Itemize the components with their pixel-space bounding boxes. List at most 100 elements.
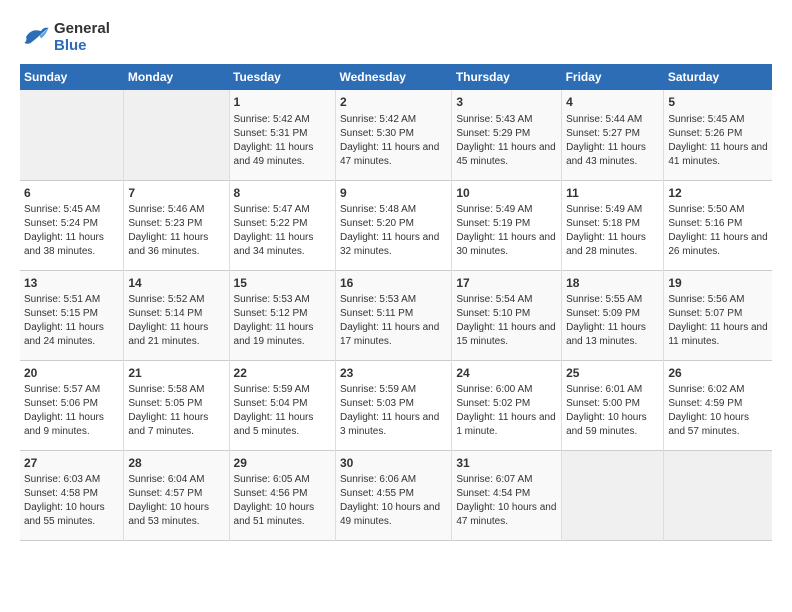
day-info: Sunrise: 6:06 AM Sunset: 4:55 PM Dayligh… — [340, 473, 447, 529]
day-info: Sunrise: 5:52 AM Sunset: 5:14 PM Dayligh… — [128, 293, 224, 349]
day-info: Sunrise: 5:49 AM Sunset: 5:19 PM Dayligh… — [456, 203, 557, 259]
day-number: 7 — [128, 185, 224, 202]
day-info: Sunrise: 5:59 AM Sunset: 5:04 PM Dayligh… — [234, 383, 331, 439]
calendar-cell — [562, 450, 664, 540]
day-info: Sunrise: 6:00 AM Sunset: 5:02 PM Dayligh… — [456, 383, 557, 439]
day-info: Sunrise: 5:44 AM Sunset: 5:27 PM Dayligh… — [566, 113, 659, 169]
calendar-cell: 21Sunrise: 5:58 AM Sunset: 5:05 PM Dayli… — [124, 360, 229, 450]
logo-text: General Blue — [54, 20, 110, 54]
day-info: Sunrise: 5:58 AM Sunset: 5:05 PM Dayligh… — [128, 383, 224, 439]
day-info: Sunrise: 5:45 AM Sunset: 5:24 PM Dayligh… — [24, 203, 119, 259]
calendar-cell: 17Sunrise: 5:54 AM Sunset: 5:10 PM Dayli… — [452, 270, 562, 360]
day-number: 29 — [234, 455, 331, 472]
day-number: 17 — [456, 275, 557, 292]
day-info: Sunrise: 5:45 AM Sunset: 5:26 PM Dayligh… — [668, 113, 768, 169]
day-info: Sunrise: 5:54 AM Sunset: 5:10 PM Dayligh… — [456, 293, 557, 349]
day-number: 18 — [566, 275, 659, 292]
calendar-cell — [664, 450, 772, 540]
day-info: Sunrise: 5:53 AM Sunset: 5:11 PM Dayligh… — [340, 293, 447, 349]
day-info: Sunrise: 6:04 AM Sunset: 4:57 PM Dayligh… — [128, 473, 224, 529]
calendar-cell: 22Sunrise: 5:59 AM Sunset: 5:04 PM Dayli… — [229, 360, 335, 450]
day-number: 28 — [128, 455, 224, 472]
calendar-cell: 27Sunrise: 6:03 AM Sunset: 4:58 PM Dayli… — [20, 450, 124, 540]
calendar-cell: 20Sunrise: 5:57 AM Sunset: 5:06 PM Dayli… — [20, 360, 124, 450]
day-info: Sunrise: 5:56 AM Sunset: 5:07 PM Dayligh… — [668, 293, 768, 349]
calendar-cell: 23Sunrise: 5:59 AM Sunset: 5:03 PM Dayli… — [335, 360, 451, 450]
day-number: 3 — [456, 94, 557, 111]
weekday-header: Friday — [562, 64, 664, 90]
calendar-cell: 30Sunrise: 6:06 AM Sunset: 4:55 PM Dayli… — [335, 450, 451, 540]
day-number: 13 — [24, 275, 119, 292]
day-number: 24 — [456, 365, 557, 382]
day-info: Sunrise: 6:05 AM Sunset: 4:56 PM Dayligh… — [234, 473, 331, 529]
weekday-header: Tuesday — [229, 64, 335, 90]
calendar-cell: 7Sunrise: 5:46 AM Sunset: 5:23 PM Daylig… — [124, 180, 229, 270]
day-info: Sunrise: 5:53 AM Sunset: 5:12 PM Dayligh… — [234, 293, 331, 349]
day-number: 22 — [234, 365, 331, 382]
calendar-cell: 18Sunrise: 5:55 AM Sunset: 5:09 PM Dayli… — [562, 270, 664, 360]
calendar-cell: 31Sunrise: 6:07 AM Sunset: 4:54 PM Dayli… — [452, 450, 562, 540]
day-info: Sunrise: 5:57 AM Sunset: 5:06 PM Dayligh… — [24, 383, 119, 439]
calendar-cell: 25Sunrise: 6:01 AM Sunset: 5:00 PM Dayli… — [562, 360, 664, 450]
day-number: 8 — [234, 185, 331, 202]
calendar-cell: 9Sunrise: 5:48 AM Sunset: 5:20 PM Daylig… — [335, 180, 451, 270]
day-info: Sunrise: 5:46 AM Sunset: 5:23 PM Dayligh… — [128, 203, 224, 259]
page-header: General Blue — [20, 20, 772, 54]
calendar-cell: 6Sunrise: 5:45 AM Sunset: 5:24 PM Daylig… — [20, 180, 124, 270]
day-number: 31 — [456, 455, 557, 472]
day-info: Sunrise: 5:42 AM Sunset: 5:31 PM Dayligh… — [234, 113, 331, 169]
day-info: Sunrise: 6:02 AM Sunset: 4:59 PM Dayligh… — [668, 383, 768, 439]
day-info: Sunrise: 6:07 AM Sunset: 4:54 PM Dayligh… — [456, 473, 557, 529]
day-info: Sunrise: 5:42 AM Sunset: 5:30 PM Dayligh… — [340, 113, 447, 169]
weekday-header: Monday — [124, 64, 229, 90]
day-info: Sunrise: 5:47 AM Sunset: 5:22 PM Dayligh… — [234, 203, 331, 259]
calendar-cell: 19Sunrise: 5:56 AM Sunset: 5:07 PM Dayli… — [664, 270, 772, 360]
weekday-header: Sunday — [20, 64, 124, 90]
calendar-cell: 24Sunrise: 6:00 AM Sunset: 5:02 PM Dayli… — [452, 360, 562, 450]
calendar-cell: 15Sunrise: 5:53 AM Sunset: 5:12 PM Dayli… — [229, 270, 335, 360]
day-info: Sunrise: 5:59 AM Sunset: 5:03 PM Dayligh… — [340, 383, 447, 439]
weekday-header: Thursday — [452, 64, 562, 90]
day-info: Sunrise: 5:51 AM Sunset: 5:15 PM Dayligh… — [24, 293, 119, 349]
calendar-week-row: 20Sunrise: 5:57 AM Sunset: 5:06 PM Dayli… — [20, 360, 772, 450]
calendar-cell: 16Sunrise: 5:53 AM Sunset: 5:11 PM Dayli… — [335, 270, 451, 360]
calendar-cell: 11Sunrise: 5:49 AM Sunset: 5:18 PM Dayli… — [562, 180, 664, 270]
day-info: Sunrise: 6:01 AM Sunset: 5:00 PM Dayligh… — [566, 383, 659, 439]
calendar-cell: 2 Sunrise: 5:42 AM Sunset: 5:30 PM Daylig… — [335, 90, 451, 180]
day-number: 21 — [128, 365, 224, 382]
calendar-cell — [124, 90, 229, 180]
day-number: 23 — [340, 365, 447, 382]
day-number: 10 — [456, 185, 557, 202]
day-number: 16 — [340, 275, 447, 292]
calendar-cell: 14Sunrise: 5:52 AM Sunset: 5:14 PM Dayli… — [124, 270, 229, 360]
day-number: 14 — [128, 275, 224, 292]
day-number: 30 — [340, 455, 447, 472]
day-number: 2 — [340, 94, 447, 111]
calendar-cell: 5 Sunrise: 5:45 AM Sunset: 5:26 PM Daylig… — [664, 90, 772, 180]
calendar-cell: 8Sunrise: 5:47 AM Sunset: 5:22 PM Daylig… — [229, 180, 335, 270]
calendar-cell: 28Sunrise: 6:04 AM Sunset: 4:57 PM Dayli… — [124, 450, 229, 540]
weekday-header-row: SundayMondayTuesdayWednesdayThursdayFrid… — [20, 64, 772, 90]
logo-icon — [20, 22, 50, 52]
day-number: 4 — [566, 94, 659, 111]
calendar-week-row: 27Sunrise: 6:03 AM Sunset: 4:58 PM Dayli… — [20, 450, 772, 540]
calendar-cell: 1Sunrise: 5:42 AM Sunset: 5:31 PM Daylig… — [229, 90, 335, 180]
day-number: 12 — [668, 185, 768, 202]
calendar-week-row: 1Sunrise: 5:42 AM Sunset: 5:31 PM Daylig… — [20, 90, 772, 180]
calendar-table: SundayMondayTuesdayWednesdayThursdayFrid… — [20, 64, 772, 541]
day-number: 25 — [566, 365, 659, 382]
day-info: Sunrise: 5:49 AM Sunset: 5:18 PM Dayligh… — [566, 203, 659, 259]
day-number: 26 — [668, 365, 768, 382]
calendar-cell: 4 Sunrise: 5:44 AM Sunset: 5:27 PM Daylig… — [562, 90, 664, 180]
calendar-cell: 26Sunrise: 6:02 AM Sunset: 4:59 PM Dayli… — [664, 360, 772, 450]
day-info: Sunrise: 5:55 AM Sunset: 5:09 PM Dayligh… — [566, 293, 659, 349]
calendar-cell: 29Sunrise: 6:05 AM Sunset: 4:56 PM Dayli… — [229, 450, 335, 540]
day-info: Sunrise: 5:48 AM Sunset: 5:20 PM Dayligh… — [340, 203, 447, 259]
logo: General Blue — [20, 20, 110, 54]
day-number: 5 — [668, 94, 768, 111]
calendar-week-row: 13Sunrise: 5:51 AM Sunset: 5:15 PM Dayli… — [20, 270, 772, 360]
weekday-header: Wednesday — [335, 64, 451, 90]
day-info: Sunrise: 6:03 AM Sunset: 4:58 PM Dayligh… — [24, 473, 119, 529]
day-info: Sunrise: 5:50 AM Sunset: 5:16 PM Dayligh… — [668, 203, 768, 259]
calendar-cell: 10Sunrise: 5:49 AM Sunset: 5:19 PM Dayli… — [452, 180, 562, 270]
